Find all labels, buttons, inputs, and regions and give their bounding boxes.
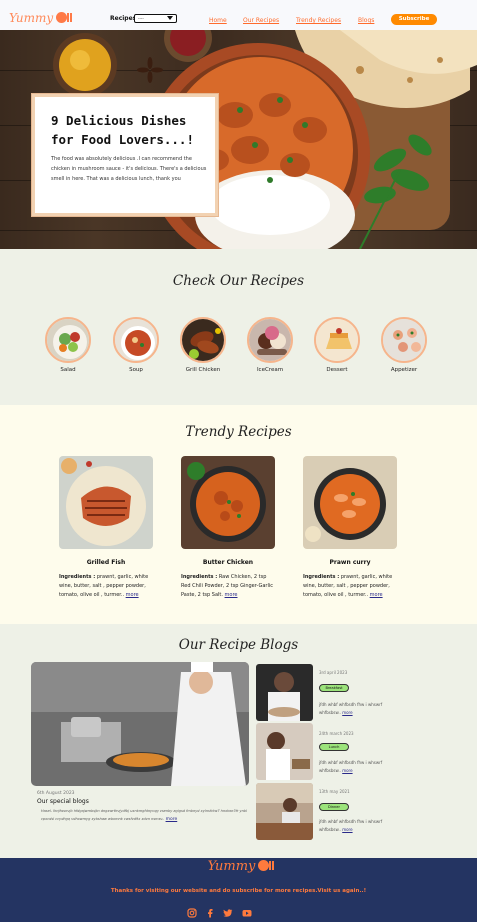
category-salad[interactable]: Salad <box>44 317 92 373</box>
footer-logo-text: Yummy <box>207 859 256 874</box>
recipes-select[interactable]: ---- <box>134 14 177 23</box>
instagram-icon[interactable] <box>187 908 197 918</box>
recipes-select-value: ---- <box>138 16 144 21</box>
blog-excerpt: jfdh whbf whfbsdh fhw i whswrf whfbsbsw.… <box>319 818 399 834</box>
brand-logo[interactable]: Yummy <box>9 11 73 25</box>
featured-blog-image[interactable] <box>31 662 249 786</box>
blog-date: 13th may 2021 <box>319 789 350 794</box>
chevron-down-icon <box>167 16 173 20</box>
trendy-card-title: Prawn curry <box>329 559 371 566</box>
category-appetizer[interactable]: Appetizer <box>380 317 428 373</box>
category-label: Soup <box>129 367 143 373</box>
check-recipes-title: Check Our Recipes <box>172 273 305 289</box>
hero-card: 9 Delicious Dishes for Food Lovers...! T… <box>32 94 218 216</box>
prawn-curry-image <box>303 456 397 549</box>
trendy-card-grilled-fish[interactable]: Grilled Fish Ingredients : prawnt, garli… <box>59 456 153 600</box>
trendy-card-title: Butter Chicken <box>202 559 254 566</box>
footer: Yummy Thanks for visiting our website an… <box>0 858 477 922</box>
youtube-icon[interactable] <box>242 908 252 918</box>
trendy-card-description: Ingredients : Raw Chicken, 2 tsp Red Chi… <box>181 573 275 600</box>
blog-excerpt: jfdh whbf whfbsdh fhw i whswrf whfbsbsw.… <box>319 701 399 717</box>
subscribe-button[interactable]: Subscribe <box>391 14 437 25</box>
trendy-card-prawn-curry[interactable]: Prawn curry Ingredients : prawnt, garlic… <box>303 456 397 600</box>
category-icecream[interactable]: IceCream <box>246 317 294 373</box>
twitter-icon[interactable] <box>223 908 233 918</box>
featured-blog-date: 6th August 2023 <box>37 791 75 796</box>
soup-image <box>113 317 159 363</box>
more-link[interactable]: more <box>342 827 352 832</box>
trendy-card-title: Grilled Fish <box>86 559 126 566</box>
ingredients-label: Ingredients : <box>181 574 218 580</box>
category-label: Grill Chicken <box>185 367 221 373</box>
nav-link-our-recipes[interactable]: Our Recipes <box>243 17 279 24</box>
trendy-card-butter-chicken[interactable]: Butter Chicken Ingredients : Raw Chicken… <box>181 456 275 600</box>
grilled-fish-image <box>59 456 153 549</box>
featured-blog-text: Hasel- lhcjfwsnvjb hfdgajwmbsjtn dngxwrt… <box>41 807 251 824</box>
blog-excerpt: jfdh whbf whfbsdh fhw i whswrf whfbsbsw.… <box>319 759 399 775</box>
nav-link-home[interactable]: Home <box>209 17 227 24</box>
salad-image <box>45 317 91 363</box>
brand-logo-text: Yummy <box>9 11 54 25</box>
trendy-card-description: Ingredients : prawnt, garlic, white wine… <box>303 573 397 600</box>
bowl-utensils-icon <box>258 860 275 871</box>
blog-image-breakfast[interactable] <box>256 664 313 721</box>
blog-tag-lunch[interactable]: Lunch <box>319 743 349 751</box>
more-link[interactable]: more <box>342 768 352 773</box>
more-link[interactable]: more <box>342 710 352 715</box>
hero-description: The food was absolutely delicious .I can… <box>51 156 207 182</box>
category-label: Appetizer <box>390 367 418 373</box>
category-soup[interactable]: Soup <box>112 317 160 373</box>
hero-title: 9 Delicious Dishes for Food Lovers...! <box>51 113 194 147</box>
more-link[interactable]: more <box>225 592 238 598</box>
facebook-icon[interactable] <box>205 908 215 918</box>
hero-banner: 9 Delicious Dishes for Food Lovers...! T… <box>0 30 477 249</box>
more-link[interactable]: more <box>126 592 139 598</box>
recipe-blogs-title: Our Recipe Blogs <box>178 637 299 653</box>
category-label: Salad <box>60 367 76 373</box>
ingredients-label: Ingredients : <box>303 574 340 580</box>
category-grill-chicken[interactable]: Grill Chicken <box>179 317 227 373</box>
footer-logo[interactable]: Yummy <box>0 859 477 874</box>
blog-image-lunch[interactable] <box>256 723 313 780</box>
featured-blog-title[interactable]: Our special blogs <box>37 798 89 805</box>
butter-chicken-image <box>181 456 275 549</box>
footer-message: Thanks for visiting our website and do s… <box>110 888 367 894</box>
grill-chicken-image <box>180 317 226 363</box>
nav-link-trendy-recipes[interactable]: Trendy Recipes <box>296 17 341 24</box>
more-link[interactable]: more <box>166 817 178 822</box>
appetizer-image <box>381 317 427 363</box>
blog-tag-dinner[interactable]: Dinner <box>319 803 349 811</box>
blog-tag-breakfast[interactable]: Breakfast <box>319 684 349 692</box>
blog-image-dinner[interactable] <box>256 783 313 840</box>
dessert-image <box>314 317 360 363</box>
ingredients-label: Ingredients : <box>59 574 96 580</box>
featured-blog-excerpt: Hasel- lhcjfwsnvjb hfdgajwmbsjtn dngxwrt… <box>41 809 247 821</box>
trendy-card-description: Ingredients : prawnt, garlic, white wine… <box>59 573 153 600</box>
blog-date: 24th march 2023 <box>319 731 354 736</box>
nav-link-blogs[interactable]: Blogs <box>358 17 374 24</box>
category-dessert[interactable]: Dessert <box>313 317 361 373</box>
category-label: IceCream <box>256 367 284 373</box>
trendy-recipes-title: Trendy Recipes <box>185 424 292 440</box>
more-link[interactable]: more <box>370 592 383 598</box>
category-label: Dessert <box>326 367 348 373</box>
blog-date: 3rd april 2023 <box>319 670 348 675</box>
icecream-image <box>247 317 293 363</box>
top-navbar: Yummy Recipes: ---- Home Our Recipes Tre… <box>0 0 477 30</box>
bowl-utensils-icon <box>56 12 73 23</box>
